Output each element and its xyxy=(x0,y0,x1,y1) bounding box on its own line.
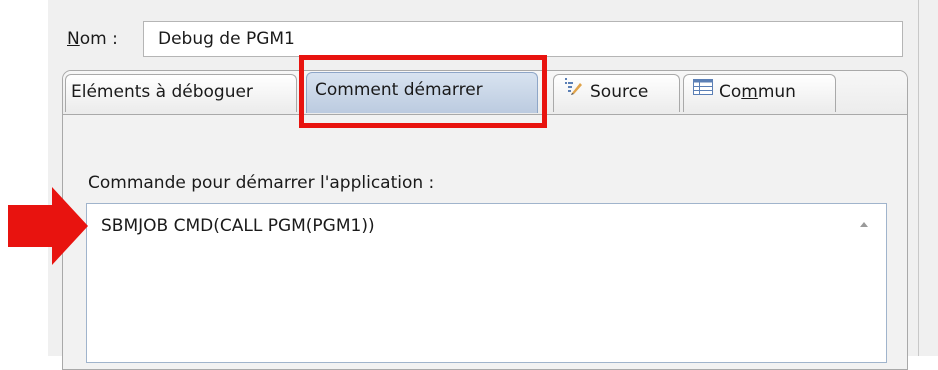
tab-commun[interactable]: Commun xyxy=(683,74,836,112)
source-icon xyxy=(564,73,584,107)
name-label: Nom : xyxy=(67,29,118,49)
tab-label: Commun xyxy=(719,82,796,102)
dialog-right-border xyxy=(918,0,919,356)
highlight-box xyxy=(299,55,547,128)
tab-source[interactable]: Source xyxy=(553,74,680,112)
tab-label: Eléments à déboguer xyxy=(71,82,253,102)
name-input[interactable] xyxy=(143,21,903,57)
table-icon xyxy=(693,73,713,107)
tab-label: Source xyxy=(590,82,649,102)
tab-elements-a-deboguer[interactable]: Eléments à déboguer xyxy=(65,74,297,112)
command-label: Commande pour démarrer l'application : xyxy=(88,173,435,193)
command-value: SBMJOB CMD(CALL PGM(PGM1)) xyxy=(101,216,375,236)
scroll-up-arrow-icon[interactable] xyxy=(860,222,868,227)
red-arrow-icon xyxy=(8,187,88,269)
